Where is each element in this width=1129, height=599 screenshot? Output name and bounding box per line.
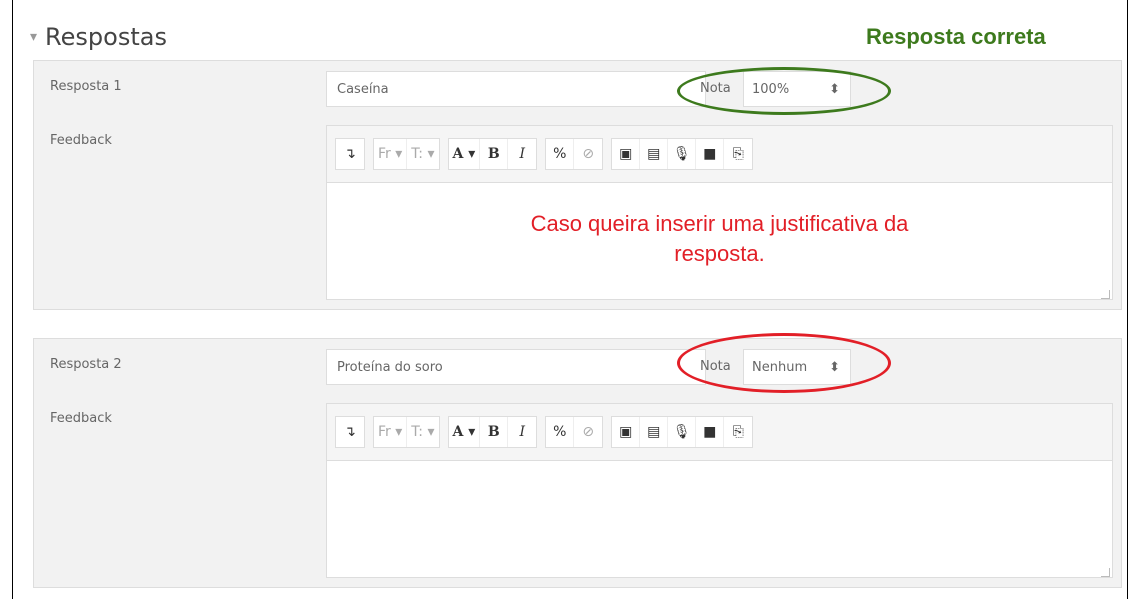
answer-label: Resposta 1 bbox=[50, 79, 122, 94]
manage-files-icon[interactable]: ⎘ bbox=[724, 139, 752, 169]
editor-toolbar: ↴ Fr ▾ T: ▾ A ▾ B I % ⊘ ▣ ▤ 🎙 ■ ⎘ bbox=[327, 404, 1112, 461]
toolbar-toggle-icon[interactable]: ↴ bbox=[336, 417, 364, 447]
media-icon[interactable]: ▤ bbox=[640, 417, 669, 447]
font-size-button[interactable]: T: ▾ bbox=[407, 417, 438, 447]
image-icon[interactable]: ▣ bbox=[612, 139, 641, 169]
link-icon[interactable]: % bbox=[546, 417, 575, 447]
text-color-button[interactable]: A ▾ bbox=[449, 417, 481, 447]
toolbar-toggle-icon[interactable]: ↴ bbox=[336, 139, 364, 169]
answer-label: Resposta 2 bbox=[50, 357, 122, 372]
italic-button[interactable]: I bbox=[508, 417, 536, 447]
bold-button[interactable]: B bbox=[480, 417, 509, 447]
chevron-down-icon[interactable]: ▾ bbox=[30, 29, 37, 45]
section-title: Respostas bbox=[45, 23, 167, 51]
microphone-icon[interactable]: 🎙 bbox=[668, 417, 697, 447]
editor-content[interactable]: Caso queira inserir uma justificativa da… bbox=[327, 183, 1112, 301]
feedback-label: Feedback bbox=[50, 411, 112, 426]
feedback-editor[interactable]: ↴ Fr ▾ T: ▾ A ▾ B I % ⊘ ▣ ▤ 🎙 ■ ⎘ bbox=[326, 403, 1113, 578]
correct-highlight-ellipse bbox=[677, 67, 891, 115]
italic-button[interactable]: I bbox=[508, 139, 536, 169]
video-camera-icon[interactable]: ■ bbox=[696, 139, 725, 169]
microphone-icon[interactable]: 🎙 bbox=[668, 139, 697, 169]
correct-answer-annotation: Resposta correta bbox=[866, 24, 1046, 49]
manage-files-icon[interactable]: ⎘ bbox=[724, 417, 752, 447]
font-family-button[interactable]: Fr ▾ bbox=[374, 139, 408, 169]
feedback-hint-line-1: Caso queira inserir uma justificativa da bbox=[530, 211, 909, 236]
editor-toolbar: ↴ Fr ▾ T: ▾ A ▾ B I % ⊘ ▣ ▤ 🎙 ■ ⎘ bbox=[327, 126, 1112, 183]
answer-block-2: Resposta 2 Proteína do soro Nota Nenhum … bbox=[33, 333, 1122, 588]
image-icon[interactable]: ▣ bbox=[612, 417, 641, 447]
bold-button[interactable]: B bbox=[480, 139, 509, 169]
video-camera-icon[interactable]: ■ bbox=[696, 417, 725, 447]
feedback-hint-line-2: resposta. bbox=[674, 241, 765, 266]
font-size-button[interactable]: T: ▾ bbox=[407, 139, 438, 169]
unlink-icon[interactable]: ⊘ bbox=[574, 417, 602, 447]
link-icon[interactable]: % bbox=[546, 139, 575, 169]
text-color-button[interactable]: A ▾ bbox=[449, 139, 481, 169]
frame-right-border bbox=[1127, 0, 1128, 599]
feedback-editor[interactable]: ↴ Fr ▾ T: ▾ A ▾ B I % ⊘ ▣ ▤ 🎙 ■ ⎘ bbox=[326, 125, 1113, 300]
resize-handle[interactable] bbox=[1101, 290, 1110, 299]
frame-left-border bbox=[12, 0, 13, 599]
answer-input[interactable]: Caseína bbox=[326, 71, 706, 107]
font-family-button[interactable]: Fr ▾ bbox=[374, 417, 408, 447]
answer-block-1: Resposta 1 Caseína Nota 100% ⬍ Feedback … bbox=[33, 60, 1122, 310]
section-header[interactable]: ▾ Respostas bbox=[30, 20, 167, 54]
unlink-icon[interactable]: ⊘ bbox=[574, 139, 602, 169]
editor-content[interactable] bbox=[327, 461, 1112, 579]
wrong-highlight-ellipse bbox=[677, 333, 891, 393]
answer-input[interactable]: Proteína do soro bbox=[326, 349, 706, 385]
media-icon[interactable]: ▤ bbox=[640, 139, 669, 169]
feedback-label: Feedback bbox=[50, 133, 112, 148]
resize-handle[interactable] bbox=[1101, 568, 1110, 577]
feedback-hint-annotation: Caso queira inserir uma justificativa da… bbox=[327, 209, 1112, 269]
